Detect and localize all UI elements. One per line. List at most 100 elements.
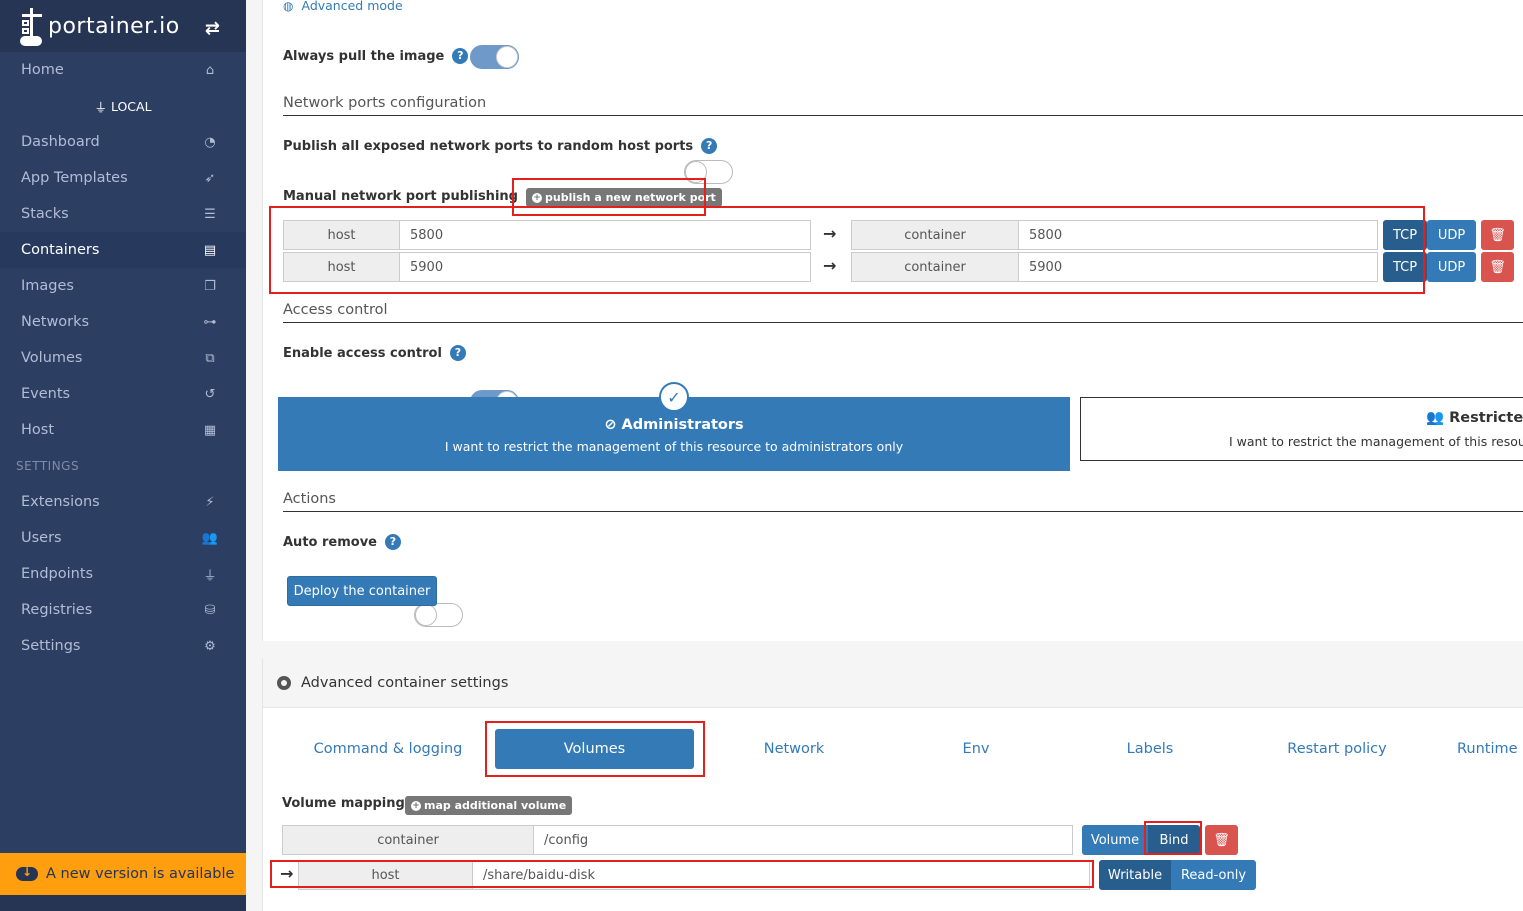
cloud-download-icon [16, 865, 38, 881]
home-icon: ⌂ [205, 62, 215, 78]
dashboard-icon: ◔ [204, 134, 216, 150]
sidebar-item-volumes[interactable]: Volumes ⧉ [0, 340, 246, 376]
sidebar-item-label: Extensions [21, 494, 100, 510]
sidebar-item-label: Containers [21, 242, 100, 258]
sidebar-item-host[interactable]: Host ▦ [0, 412, 246, 448]
highlight-box [1144, 821, 1202, 855]
actions-title: Actions [283, 491, 336, 507]
sidebar-item-events[interactable]: Events ↺ [0, 376, 246, 412]
help-icon[interactable]: ? [701, 138, 718, 154]
switch-endpoint-icon[interactable]: ⇄ [205, 18, 220, 39]
th-icon: ▦ [203, 422, 217, 438]
restricted-option[interactable]: 👥 Restricted I want to restrict the mana… [1080, 397, 1523, 461]
endpoint-name: ⏚ LOCAL [94, 98, 152, 115]
sidebar-item-home[interactable]: Home ⌂ [0, 52, 246, 88]
clone-icon: ❐ [204, 278, 216, 294]
check-icon: ✓ [659, 382, 689, 412]
help-icon[interactable]: ? [384, 534, 401, 550]
udp-button[interactable]: UDP [1427, 252, 1476, 282]
highlight-box [270, 860, 1094, 888]
create-container-panel: ◍ Advanced mode Always pull the image ? … [262, 0, 1523, 641]
udp-button[interactable]: UDP [1427, 220, 1476, 250]
sidebar-item-label: Events [21, 386, 71, 402]
sidebar-item-stacks[interactable]: Stacks ☰ [0, 196, 246, 232]
history-icon: ↺ [204, 386, 216, 402]
sidebar-footer [0, 895, 246, 911]
trash-icon: 🗑 [1489, 227, 1506, 243]
portainer-logo-icon[interactable] [20, 6, 44, 46]
eye-slash-icon: ⊘ [604, 417, 617, 433]
help-icon[interactable]: ? [449, 345, 466, 361]
server-icon: ▤ [203, 242, 217, 258]
highlight-box [269, 206, 1425, 294]
volume-container-input[interactable]: /config [533, 825, 1073, 855]
plug-icon: ⏚ [203, 568, 217, 584]
brand-header: portainer.io ⇄ [0, 0, 246, 52]
sidebar-item-containers[interactable]: Containers ▤ [0, 232, 246, 268]
rocket-icon: ➶ [204, 170, 216, 186]
bolt-icon: ⚡ [205, 494, 215, 510]
sidebar-item-extensions[interactable]: Extensions ⚡ [0, 484, 246, 520]
sidebar-item-users[interactable]: Users 👥 [0, 520, 246, 556]
enable-access-control-label: Enable access control [283, 345, 442, 361]
map-additional-volume-button[interactable]: + map additional volume [405, 796, 573, 815]
always-pull-label: Always pull the image [283, 48, 445, 64]
readonly-button[interactable]: Read-only [1171, 860, 1256, 890]
sidebar-item-label: Settings [21, 638, 81, 654]
remove-port-button[interactable]: 🗑 [1481, 220, 1514, 250]
auto-remove-toggle[interactable] [414, 603, 463, 627]
trash-icon: 🗑 [1489, 259, 1506, 275]
cubes-icon: ⧉ [205, 350, 215, 366]
network-ports-title: Network ports configuration [283, 95, 487, 111]
manual-publishing-label: Manual network port publishing [283, 188, 518, 204]
users-icon: 👥 [1426, 410, 1445, 426]
sidebar-item-label: Networks [21, 314, 90, 330]
remove-port-button[interactable]: 🗑 [1481, 252, 1514, 282]
cogs-icon: ⚙ [204, 638, 216, 654]
advanced-settings-title: Advanced container settings [301, 674, 509, 691]
th-list-icon: ☰ [204, 206, 216, 222]
tab-restart-policy[interactable]: Restart policy [1277, 729, 1397, 769]
sidebar-item-label: App Templates [21, 170, 128, 186]
update-notice[interactable]: A new version is available [0, 853, 246, 895]
sidebar-item-images[interactable]: Images ❐ [0, 268, 246, 304]
sidebar-item-label: Users [21, 530, 62, 546]
sidebar-item-networks[interactable]: Networks ⊶ [0, 304, 246, 340]
trash-icon: 🗑 [1213, 832, 1230, 848]
sidebar-item-label: Registries [21, 602, 93, 618]
main-content: ◍ Advanced mode Always pull the image ? … [262, 0, 1523, 911]
writable-button[interactable]: Writable [1099, 860, 1171, 890]
sidebar-item-label: Endpoints [21, 566, 94, 582]
deploy-container-button[interactable]: Deploy the container [287, 576, 437, 606]
sidebar-item-endpoints[interactable]: Endpoints ⏚ [0, 556, 246, 592]
plus-circle-icon: + [411, 800, 421, 811]
tab-labels[interactable]: Labels [1110, 729, 1190, 769]
tab-network[interactable]: Network [744, 729, 844, 769]
access-control-title: Access control [283, 302, 388, 318]
advanced-mode-link[interactable]: Advanced mode [301, 0, 402, 13]
tab-env[interactable]: Env [946, 729, 1006, 769]
sidebar-item-label: Volumes [21, 350, 83, 366]
remove-volume-button[interactable]: 🗑 [1205, 825, 1238, 855]
tab-runtime[interactable]: Runtime [1457, 729, 1523, 769]
auto-remove-label: Auto remove [283, 534, 377, 550]
always-pull-toggle[interactable] [470, 45, 519, 69]
globe-icon: ◍ [283, 0, 294, 13]
plug-icon: ⏚ [94, 99, 107, 115]
brand-name[interactable]: portainer.io [48, 14, 180, 39]
help-icon[interactable]: ? [452, 48, 469, 64]
volume-container-addon: container [282, 825, 534, 855]
sidebar-item-label: Home [21, 62, 64, 78]
sidebar: portainer.io ⇄ Home ⌂ ⏚ LOCAL Dashboard ◔… [0, 0, 246, 911]
tab-command-logging[interactable]: Command & logging [302, 729, 474, 769]
volume-type-button[interactable]: Volume [1082, 825, 1148, 855]
publish-all-label: Publish all exposed network ports to ran… [283, 138, 694, 154]
sidebar-item-label: Stacks [21, 206, 69, 222]
sidebar-item-app-templates[interactable]: App Templates ➶ [0, 160, 246, 196]
sidebar-item-registries[interactable]: Registries ⛁ [0, 592, 246, 628]
sidebar-item-label: Host [21, 422, 55, 438]
database-icon: ⛁ [204, 602, 216, 618]
sidebar-item-dashboard[interactable]: Dashboard ◔ [0, 124, 246, 160]
sidebar-item-settings[interactable]: Settings ⚙ [0, 628, 246, 664]
sitemap-icon: ⊶ [203, 314, 217, 330]
